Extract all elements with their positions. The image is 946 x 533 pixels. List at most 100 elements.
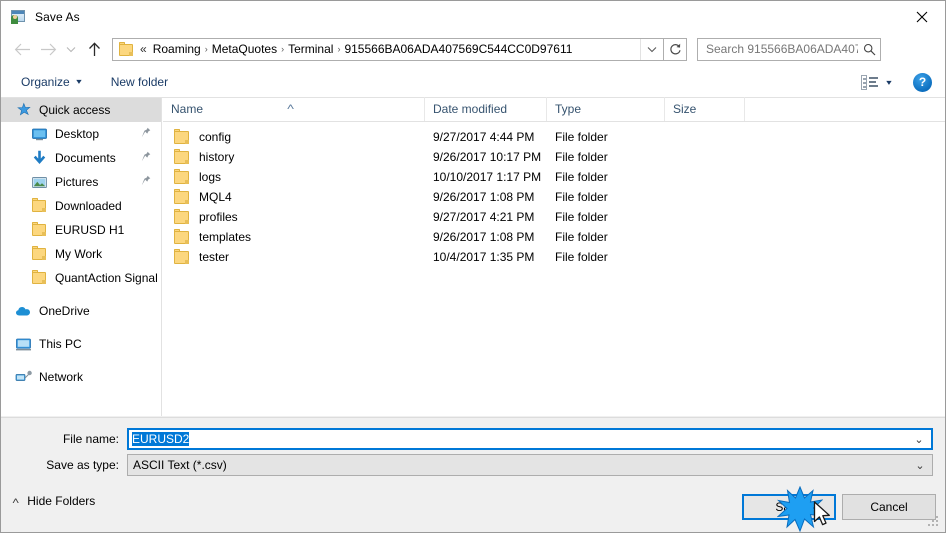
sidebar-item-label: QuantAction Signal — [55, 271, 158, 285]
cell-name: profiles — [163, 207, 425, 227]
table-row[interactable]: tester 10/4/2017 1:35 PM File folder — [163, 247, 945, 267]
folder-icon — [31, 197, 48, 215]
save-as-type-chevron-down-icon[interactable]: ⌄ — [908, 459, 932, 472]
file-name-label: config — [199, 130, 232, 144]
sidebar-item-desktop[interactable]: Desktop — [1, 122, 161, 146]
breadcrumb-item-metaquotes[interactable]: MetaQuotes — [209, 39, 280, 60]
folder-icon — [31, 245, 48, 263]
chevron-down-icon: ▾ — [76, 77, 82, 86]
search-placeholder: Search 915566BA06ADA40756... — [706, 42, 858, 56]
address-chevron-down-icon[interactable] — [640, 38, 663, 60]
column-header-type[interactable]: Type — [547, 97, 665, 121]
close-icon[interactable] — [899, 1, 945, 32]
file-fields-area: File name: EURUSD2 ⌄ Save as type: ASCII… — [1, 417, 945, 479]
cell-date-modified: 9/26/2017 1:08 PM — [433, 190, 535, 204]
file-name-value: EURUSD2 — [132, 432, 907, 446]
column-header-name[interactable]: Name ˄ — [163, 97, 425, 121]
pushpin-icon[interactable] — [141, 151, 151, 165]
sidebar-item-this-pc[interactable]: This PC — [1, 332, 161, 356]
folder-icon — [118, 42, 134, 56]
table-row[interactable]: MQL4 9/26/2017 1:08 PM File folder — [163, 187, 945, 207]
table-row[interactable]: logs 10/10/2017 1:17 PM File folder — [163, 167, 945, 187]
view-options-icon[interactable] — [860, 74, 878, 90]
column-header-label: Name — [171, 102, 204, 116]
cell-size — [665, 247, 745, 267]
cell-name: tester — [163, 247, 425, 267]
address-bar[interactable]: « Roaming › MetaQuotes › Terminal › 9155… — [112, 37, 664, 61]
cell-date-modified: 9/26/2017 10:17 PM — [433, 150, 542, 164]
file-name-chevron-down-icon[interactable]: ⌄ — [907, 433, 931, 446]
save-as-type-value: ASCII Text (*.csv) — [133, 458, 227, 472]
recent-locations-chevron-down-icon[interactable] — [61, 36, 81, 62]
cell-size — [665, 127, 745, 147]
refresh-icon[interactable] — [664, 37, 687, 61]
this-pc-monitor-icon — [15, 336, 32, 353]
sidebar-item-downloaded[interactable]: Downloaded — [1, 194, 161, 218]
cell-type: File folder — [555, 150, 608, 164]
resize-grip[interactable] — [928, 516, 940, 528]
file-name-row: File name: EURUSD2 ⌄ — [1, 428, 939, 450]
cell-type: File folder — [555, 210, 608, 224]
breadcrumb-item-roaming[interactable]: Roaming — [150, 39, 204, 60]
file-name-input[interactable]: EURUSD2 ⌄ — [127, 428, 933, 450]
breadcrumb-item-terminal-id[interactable]: 915566BA06ADA407569C544CC0D97611 — [341, 39, 575, 60]
folder-icon — [173, 149, 190, 165]
new-folder-button[interactable]: New folder — [104, 70, 175, 94]
pushpin-icon[interactable] — [141, 127, 151, 141]
file-name-label: tester — [199, 250, 230, 264]
forward-icon[interactable] — [35, 36, 61, 62]
cell-type: File folder — [555, 250, 608, 264]
cell-date-modified: 9/26/2017 1:08 PM — [433, 230, 535, 244]
navigation-pane: Quick access Desktop Documents Pictures … — [1, 98, 162, 416]
pushpin-icon[interactable] — [141, 175, 151, 189]
search-input[interactable]: Search 915566BA06ADA40756... — [697, 37, 881, 61]
button-bar: ˄ Hide Folders Save Cancel — [1, 479, 945, 532]
onedrive-cloud-icon — [15, 303, 32, 320]
table-row[interactable]: history 9/26/2017 10:17 PM File folder — [163, 147, 945, 167]
table-row[interactable]: templates 9/26/2017 1:08 PM File folder — [163, 227, 945, 247]
breadcrumb-overflow[interactable]: « — [137, 39, 150, 60]
search-icon[interactable] — [858, 43, 880, 56]
folder-icon — [173, 249, 190, 265]
cell-name: templates — [163, 227, 425, 247]
save-as-icon — [10, 9, 26, 25]
sidebar-item-quick-access[interactable]: Quick access — [1, 98, 161, 122]
cell-name: logs — [163, 167, 425, 187]
cancel-button[interactable]: Cancel — [842, 494, 936, 520]
table-row[interactable]: profiles 9/27/2017 4:21 PM File folder — [163, 207, 945, 227]
sidebar-item-documents[interactable]: Documents — [1, 146, 161, 170]
sidebar-item-quantaction-signal[interactable]: QuantAction Signal — [1, 266, 161, 290]
quick-access-star-icon — [15, 102, 32, 119]
folder-icon — [173, 189, 190, 205]
back-icon[interactable] — [9, 36, 35, 62]
sidebar-item-label: EURUSD H1 — [55, 223, 125, 237]
cell-date-modified: 10/4/2017 1:35 PM — [433, 250, 535, 264]
cell-size — [665, 207, 745, 227]
up-one-level-arrow-up-icon[interactable] — [81, 36, 107, 62]
help-button[interactable]: ? — [913, 72, 932, 92]
dialog-body: Quick access Desktop Documents Pictures … — [1, 97, 945, 416]
table-row[interactable]: config 9/27/2017 4:44 PM File folder — [163, 127, 945, 147]
column-header-size[interactable]: Size — [665, 97, 745, 121]
hide-folders-button[interactable]: ˄ Hide Folders — [12, 494, 95, 508]
save-as-dialog: Save As « Roaming › MetaQuotes › Termina… — [0, 0, 946, 533]
sidebar-item-my-work[interactable]: My Work — [1, 242, 161, 266]
sidebar-item-pictures[interactable]: Pictures — [1, 170, 161, 194]
organize-button[interactable]: Organize ▾ — [14, 70, 88, 94]
sidebar-item-label: My Work — [55, 247, 103, 261]
sidebar-item-eurusd-h1[interactable]: EURUSD H1 — [1, 218, 161, 242]
command-toolbar: Organize ▾ New folder ▾ ? — [1, 66, 945, 98]
column-header-date-modified[interactable]: Date modified — [425, 97, 547, 121]
cell-name: config — [163, 127, 425, 147]
save-as-type-select[interactable]: ASCII Text (*.csv) ⌄ — [127, 454, 933, 476]
sidebar-item-onedrive[interactable]: OneDrive — [1, 299, 161, 323]
breadcrumb-item-terminal[interactable]: Terminal — [285, 39, 336, 60]
view-chevron-down-icon[interactable]: ▾ — [886, 78, 891, 87]
save-button[interactable]: Save — [742, 494, 836, 520]
sort-ascending-icon: ˄ — [286, 102, 295, 112]
file-name-label: MQL4 — [199, 190, 232, 204]
sidebar-item-network[interactable]: Network — [1, 365, 161, 389]
sidebar-item-label: Quick access — [39, 103, 111, 117]
